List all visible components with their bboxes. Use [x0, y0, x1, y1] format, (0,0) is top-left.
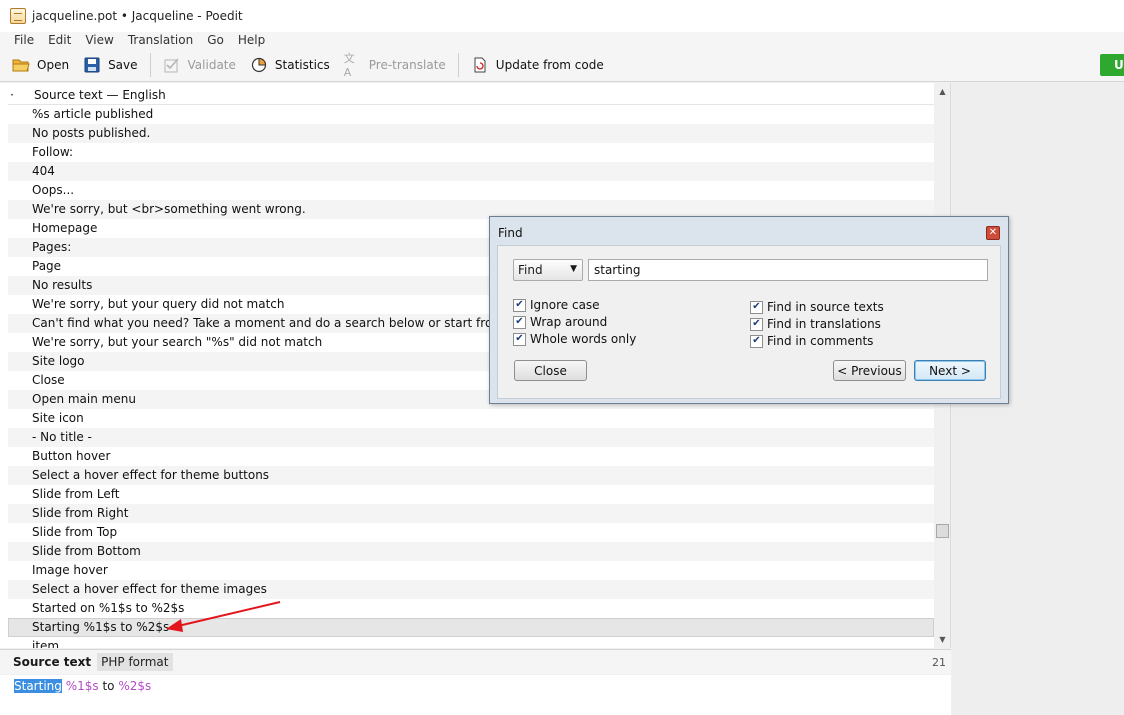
list-item[interactable]: Follow:: [8, 143, 934, 162]
dialog-title: Find: [498, 226, 523, 240]
search-input[interactable]: [588, 259, 988, 281]
open-button[interactable]: Open: [12, 56, 69, 74]
placeholder-token: %1$s: [65, 679, 99, 693]
ignore-case-checkbox[interactable]: ✔ Ignore case: [513, 298, 600, 312]
translate-icon: 文A: [343, 52, 355, 79]
title-bar: jacqueline.pot • Jacqueline - Poedit: [0, 0, 1124, 32]
poedit-app-icon: [10, 8, 26, 24]
find-dialog: Find ✕ Find ▼ ✔ Ignore case ✔ Wrap aroun…: [489, 216, 1009, 404]
source-text-fragment: to: [98, 679, 119, 693]
source-text-view[interactable]: Starting %1$s to %2$s: [0, 675, 951, 715]
find-in-translations-checkbox[interactable]: ✔ Find in translations: [750, 317, 881, 331]
upload-button[interactable]: U: [1100, 54, 1124, 76]
menu-go[interactable]: Go: [207, 33, 224, 47]
find-in-source-checkbox[interactable]: ✔ Find in source texts: [750, 300, 884, 314]
list-item[interactable]: Slide from Right: [8, 504, 934, 523]
whole-words-checkbox[interactable]: ✔ Whole words only: [513, 332, 636, 346]
statistics-label: Statistics: [274, 57, 330, 72]
toolbar-separator: [149, 52, 151, 77]
placeholder-token: %2$s: [118, 679, 152, 693]
update-document-icon: [471, 56, 489, 74]
close-button[interactable]: Close: [514, 360, 587, 381]
validate-label: Validate: [187, 57, 236, 72]
update-label: Update from code: [495, 57, 604, 72]
whole-words-label: Whole words only: [530, 332, 637, 346]
character-count: 21: [932, 655, 946, 669]
find-mode-dropdown[interactable]: Find ▼: [513, 259, 583, 281]
find-mode-value: Find: [518, 263, 543, 277]
checkbox-check-icon: ✔: [513, 298, 526, 312]
checkbox-check-icon: ✔: [513, 332, 526, 346]
window-title: jacqueline.pot • Jacqueline - Poedit: [32, 9, 243, 23]
ignore-case-label: Ignore case: [530, 298, 600, 312]
list-item[interactable]: Slide from Top: [8, 523, 934, 542]
statistics-button[interactable]: Statistics: [250, 56, 330, 74]
menu-edit[interactable]: Edit: [48, 33, 71, 47]
validate-check-icon: [163, 56, 181, 74]
wrap-around-checkbox[interactable]: ✔ Wrap around: [513, 315, 607, 329]
list-item[interactable]: Started on %1$s to %2$s: [8, 599, 934, 618]
list-item-selected[interactable]: Starting %1$s to %2$s: [8, 618, 934, 637]
checkbox-check-icon: ✔: [750, 317, 763, 331]
menu-help[interactable]: Help: [238, 33, 265, 47]
wrap-around-label: Wrap around: [530, 315, 608, 329]
list-item[interactable]: 404: [8, 162, 934, 181]
save-button[interactable]: Save: [83, 56, 138, 74]
list-item[interactable]: %s article published: [8, 105, 934, 124]
previous-button[interactable]: < Previous: [833, 360, 906, 381]
list-item[interactable]: Image hover: [8, 561, 934, 580]
checkbox-check-icon: ✔: [750, 334, 763, 348]
dialog-body: Find ▼ ✔ Ignore case ✔ Wrap around ✔ Who…: [497, 245, 1001, 399]
list-column-header[interactable]: · Source text — English: [8, 85, 934, 105]
folder-icon: [12, 56, 30, 74]
checkbox-check-icon: ✔: [513, 315, 526, 329]
toolbar: Open Save Validate Statistics 文A Pre-tra…: [0, 48, 1124, 82]
floppy-disk-icon: [83, 56, 101, 74]
list-item[interactable]: item: [8, 637, 934, 648]
find-in-translations-label: Find in translations: [767, 317, 881, 331]
next-button[interactable]: Next >: [914, 360, 986, 381]
list-item[interactable]: No posts published.: [8, 124, 934, 143]
pretranslate-label: Pre-translate: [368, 57, 446, 72]
find-in-source-label: Find in source texts: [767, 300, 884, 314]
find-in-comments-checkbox[interactable]: ✔ Find in comments: [750, 334, 873, 348]
validate-button[interactable]: Validate: [163, 56, 236, 74]
scroll-down-icon[interactable]: ▼: [934, 631, 950, 648]
dialog-close-icon[interactable]: ✕: [986, 226, 1000, 240]
list-item[interactable]: Select a hover effect for theme images: [8, 580, 934, 599]
chevron-down-icon: ▼: [570, 264, 577, 274]
list-item[interactable]: Oops...: [8, 181, 934, 200]
save-label: Save: [108, 57, 138, 72]
menu-view[interactable]: View: [85, 33, 113, 47]
search-match-highlight: Starting: [14, 679, 62, 693]
pie-chart-icon: [250, 56, 268, 74]
pretranslate-button[interactable]: 文A Pre-translate: [343, 52, 446, 79]
source-text-label: Source text: [13, 655, 92, 669]
list-item[interactable]: Select a hover effect for theme buttons: [8, 466, 934, 485]
column-source-text: Source text — English: [34, 87, 166, 102]
toolbar-separator: [457, 52, 459, 77]
source-text-bar: Source text PHP format 21: [0, 649, 951, 674]
list-item[interactable]: Slide from Left: [8, 485, 934, 504]
menu-bar: File Edit View Translation Go Help: [0, 32, 1124, 48]
scroll-up-icon[interactable]: ▲: [934, 83, 950, 100]
format-tag: PHP format: [97, 653, 173, 671]
find-in-comments-label: Find in comments: [767, 334, 874, 348]
list-item[interactable]: Site icon: [8, 409, 934, 428]
checkbox-check-icon: ✔: [750, 300, 763, 314]
menu-file[interactable]: File: [14, 33, 34, 47]
open-label: Open: [37, 57, 70, 72]
list-item[interactable]: Slide from Bottom: [8, 542, 934, 561]
sort-indicator: ·: [10, 87, 14, 102]
list-item[interactable]: - No title -: [8, 428, 934, 447]
menu-translation[interactable]: Translation: [128, 33, 193, 47]
update-from-code-button[interactable]: Update from code: [471, 56, 604, 74]
scrollbar-thumb[interactable]: [936, 524, 949, 538]
list-item[interactable]: Button hover: [8, 447, 934, 466]
